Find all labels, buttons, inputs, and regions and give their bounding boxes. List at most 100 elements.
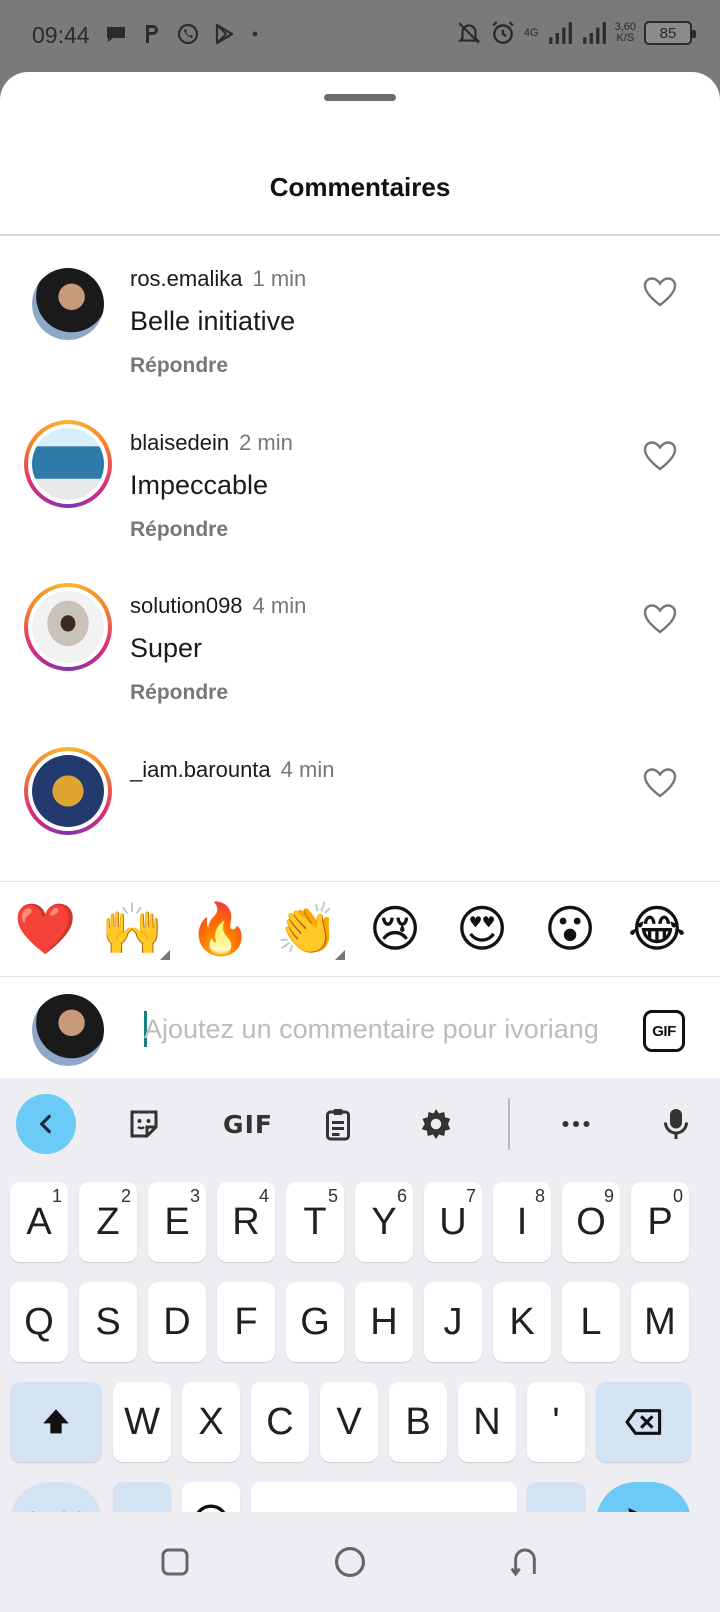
- key-apostrophe[interactable]: ': [527, 1382, 585, 1462]
- comment-time: 4 min: [252, 593, 307, 618]
- key-k[interactable]: K: [493, 1282, 551, 1362]
- home-button[interactable]: [330, 1542, 370, 1582]
- avatar[interactable]: [32, 268, 104, 340]
- key-q[interactable]: Q: [10, 1282, 68, 1362]
- emoji-surprised[interactable]: 😮: [539, 900, 601, 958]
- key-n[interactable]: N: [458, 1382, 516, 1462]
- key-a[interactable]: A1: [10, 1182, 68, 1262]
- key-r[interactable]: R4: [217, 1182, 275, 1262]
- mute-bell-icon: [457, 22, 481, 44]
- more-button[interactable]: [556, 1104, 596, 1144]
- key-l[interactable]: L: [562, 1282, 620, 1362]
- comment-time: 1 min: [252, 266, 307, 291]
- toolbar-collapse-button[interactable]: [16, 1094, 76, 1154]
- emoji-heart[interactable]: ❤️: [14, 900, 76, 958]
- key-label: R: [232, 1200, 260, 1243]
- key-o[interactable]: O9: [562, 1182, 620, 1262]
- back-button[interactable]: [505, 1542, 545, 1582]
- avatar-story-ring[interactable]: [24, 583, 112, 671]
- system-icons: 4G 3,60 K/S 85: [456, 20, 696, 46]
- key-c[interactable]: C: [251, 1382, 309, 1462]
- key-i[interactable]: I8: [493, 1182, 551, 1262]
- key-g[interactable]: G: [286, 1282, 344, 1362]
- key-z[interactable]: Z2: [79, 1182, 137, 1262]
- my-avatar: [32, 994, 104, 1066]
- navigation-bar: [0, 1512, 720, 1612]
- key-y[interactable]: Y6: [355, 1182, 413, 1262]
- status-bar: 09:44 4G 3,60 K/S 85: [0, 0, 720, 72]
- avatar-story-ring[interactable]: [24, 420, 112, 508]
- sticker-button[interactable]: [124, 1104, 164, 1144]
- sheet-title: Commentaires: [269, 172, 451, 202]
- username[interactable]: blaisedein: [130, 430, 229, 455]
- comment-author: ros.emalika 1 min: [130, 266, 306, 292]
- shift-key[interactable]: [10, 1382, 102, 1462]
- key-v[interactable]: V: [320, 1382, 378, 1462]
- key-s[interactable]: S: [79, 1282, 137, 1362]
- username[interactable]: _iam.barounta: [130, 757, 271, 782]
- comment-input[interactable]: [144, 1008, 610, 1050]
- key-number-hint: 8: [534, 1186, 545, 1206]
- comment-author: _iam.barounta 4 min: [130, 757, 334, 783]
- key-t[interactable]: T5: [286, 1182, 344, 1262]
- comment-item: blaisedein 2 min Impeccable Répondre: [0, 400, 720, 560]
- key-number-hint: 1: [51, 1186, 62, 1206]
- comment-time: 4 min: [280, 757, 335, 782]
- key-f[interactable]: F: [217, 1282, 275, 1362]
- network-type: 4G: [523, 26, 539, 39]
- more-dots-icon: [562, 1121, 590, 1127]
- reply-button[interactable]: Répondre: [130, 354, 228, 378]
- username[interactable]: ros.emalika: [130, 266, 242, 291]
- heart-icon[interactable]: [643, 767, 677, 799]
- key-label: Y: [371, 1200, 397, 1243]
- gif-button[interactable]: GIF: [643, 1010, 685, 1052]
- key-u[interactable]: U7: [424, 1182, 482, 1262]
- skin-tone-indicator: [160, 950, 170, 960]
- heart-icon[interactable]: [643, 440, 677, 472]
- clipboard-button[interactable]: [318, 1104, 358, 1144]
- key-h[interactable]: H: [355, 1282, 413, 1362]
- key-x[interactable]: X: [182, 1382, 240, 1462]
- key-m[interactable]: M: [631, 1282, 689, 1362]
- key-number-hint: 0: [672, 1186, 683, 1206]
- key-p[interactable]: P0: [631, 1182, 689, 1262]
- key-b[interactable]: B: [389, 1382, 447, 1462]
- key-number-hint: 4: [258, 1186, 269, 1206]
- emoji-laughing[interactable]: 😂: [626, 900, 688, 958]
- alarm-icon: [492, 21, 514, 44]
- backspace-key[interactable]: [596, 1382, 691, 1462]
- back-arch-icon: [510, 1548, 536, 1577]
- comments-list[interactable]: ros.emalika 1 min Belle initiative Répond…: [0, 236, 720, 881]
- avatar-story-ring[interactable]: [24, 747, 112, 835]
- gif-keyboard-button[interactable]: GIF: [218, 1104, 278, 1144]
- emoji-heart-eyes[interactable]: 😍: [451, 900, 513, 958]
- recents-button[interactable]: [155, 1542, 195, 1582]
- notification-icons: [104, 22, 262, 46]
- reply-button[interactable]: Répondre: [130, 681, 228, 705]
- key-label: P: [647, 1200, 673, 1243]
- key-j[interactable]: J: [424, 1282, 482, 1362]
- heart-icon[interactable]: [643, 603, 677, 635]
- key-w[interactable]: W: [113, 1382, 171, 1462]
- avatar: [32, 591, 104, 663]
- key-number-hint: 6: [396, 1186, 407, 1206]
- key-label: Z: [96, 1200, 120, 1243]
- emoji-cry[interactable]: 😢: [364, 900, 426, 958]
- play-store-icon: [215, 23, 234, 45]
- emoji-fire[interactable]: 🔥: [189, 900, 251, 958]
- toolbar-separator: [508, 1098, 510, 1150]
- comment-text: Belle initiative: [130, 306, 296, 336]
- key-d[interactable]: D: [148, 1282, 206, 1362]
- key-e[interactable]: E3: [148, 1182, 206, 1262]
- settings-button[interactable]: [416, 1104, 456, 1144]
- heart-icon[interactable]: [643, 276, 677, 308]
- keyboard-toolbar: GIF: [0, 1078, 720, 1174]
- emoji-clap[interactable]: 👏: [276, 900, 338, 958]
- emoji-raised-hands[interactable]: 🙌: [101, 900, 163, 958]
- square-icon: [161, 1548, 189, 1576]
- comments-sheet: Commentaires ros.emalika 1 min Belle init…: [0, 72, 720, 1612]
- voice-input-button[interactable]: [656, 1104, 696, 1144]
- username[interactable]: solution098: [130, 593, 243, 618]
- drag-handle[interactable]: [324, 94, 396, 101]
- reply-button[interactable]: Répondre: [130, 518, 228, 542]
